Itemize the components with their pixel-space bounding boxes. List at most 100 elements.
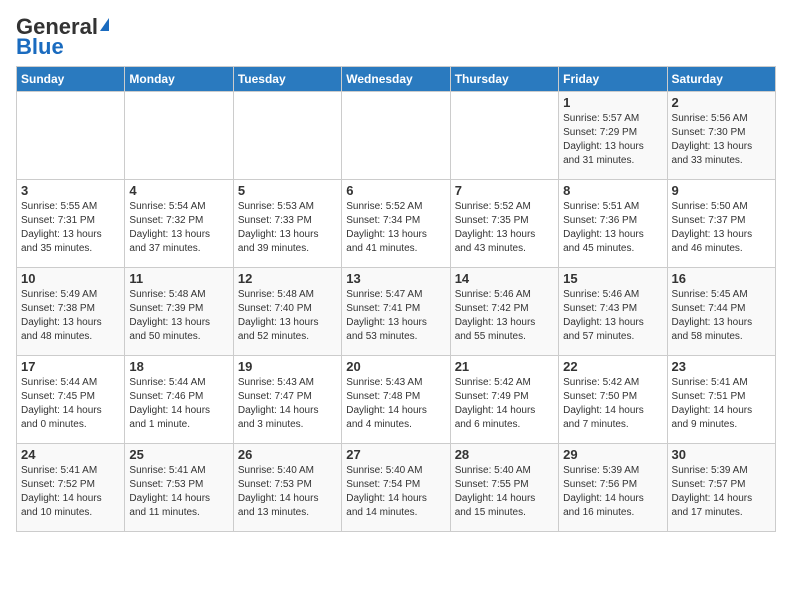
weekday-header: Saturday: [667, 67, 775, 92]
day-info: Sunrise: 5:45 AM Sunset: 7:44 PM Dayligh…: [672, 288, 771, 344]
calendar-cell: [342, 92, 450, 180]
calendar-cell: 6Sunrise: 5:52 AM Sunset: 7:34 PM Daylig…: [342, 180, 450, 268]
calendar-cell: 5 Sunrise: 5:53 AM Sunset: 7:33 PM Daylig…: [233, 180, 341, 268]
day-info: Sunrise: 5:53 AM Sunset: 7:33 PM Dayligh…: [238, 200, 337, 256]
calendar-cell: 14 Sunrise: 5:46 AM Sunset: 7:42 PM Dayli…: [450, 268, 558, 356]
calendar-cell: 27 Sunrise: 5:40 AM Sunset: 7:54 PM Dayli…: [342, 444, 450, 532]
day-number: 4: [129, 183, 228, 198]
weekday-header: Thursday: [450, 67, 558, 92]
day-number: 5: [238, 183, 337, 198]
day-info: Sunrise: 5:41 AM Sunset: 7:51 PM Dayligh…: [672, 376, 771, 432]
day-number: 3: [21, 183, 120, 198]
day-number: 16: [672, 271, 771, 286]
calendar-body: 1 Sunrise: 5:57 AM Sunset: 7:29 PM Daylig…: [17, 92, 776, 532]
calendar-cell: 4 Sunrise: 5:54 AM Sunset: 7:32 PM Daylig…: [125, 180, 233, 268]
day-number: 22: [563, 359, 662, 374]
header-row: SundayMondayTuesdayWednesdayThursdayFrid…: [17, 67, 776, 92]
day-info: Sunrise: 5:40 AM Sunset: 7:53 PM Dayligh…: [238, 464, 337, 520]
calendar-cell: 22 Sunrise: 5:42 AM Sunset: 7:50 PM Dayli…: [559, 356, 667, 444]
day-number: 15: [563, 271, 662, 286]
day-number: 12: [238, 271, 337, 286]
day-info: Sunrise: 5:39 AM Sunset: 7:57 PM Dayligh…: [672, 464, 771, 520]
day-number: 11: [129, 271, 228, 286]
weekday-header: Tuesday: [233, 67, 341, 92]
calendar-week-row: 17 Sunrise: 5:44 AM Sunset: 7:45 PM Dayli…: [17, 356, 776, 444]
day-number: 14: [455, 271, 554, 286]
calendar-cell: [233, 92, 341, 180]
calendar-cell: 10Sunrise: 5:49 AM Sunset: 7:38 PM Dayli…: [17, 268, 125, 356]
calendar-header: SundayMondayTuesdayWednesdayThursdayFrid…: [17, 67, 776, 92]
calendar-cell: [17, 92, 125, 180]
day-info: Sunrise: 5:39 AM Sunset: 7:56 PM Dayligh…: [563, 464, 662, 520]
day-number: 7: [455, 183, 554, 198]
calendar-cell: 9 Sunrise: 5:50 AM Sunset: 7:37 PM Daylig…: [667, 180, 775, 268]
day-number: 1: [563, 95, 662, 110]
calendar-cell: 21 Sunrise: 5:42 AM Sunset: 7:49 PM Dayli…: [450, 356, 558, 444]
calendar-cell: 19 Sunrise: 5:43 AM Sunset: 7:47 PM Dayli…: [233, 356, 341, 444]
day-number: 26: [238, 447, 337, 462]
day-info: Sunrise: 5:52 AM Sunset: 7:35 PM Dayligh…: [455, 200, 554, 256]
day-info: Sunrise: 5:48 AM Sunset: 7:40 PM Dayligh…: [238, 288, 337, 344]
calendar-cell: 28Sunrise: 5:40 AM Sunset: 7:55 PM Dayli…: [450, 444, 558, 532]
day-info: Sunrise: 5:44 AM Sunset: 7:46 PM Dayligh…: [129, 376, 228, 432]
day-info: Sunrise: 5:43 AM Sunset: 7:48 PM Dayligh…: [346, 376, 445, 432]
header: General Blue: [16, 16, 776, 58]
day-info: Sunrise: 5:51 AM Sunset: 7:36 PM Dayligh…: [563, 200, 662, 256]
calendar-cell: [125, 92, 233, 180]
day-number: 29: [563, 447, 662, 462]
day-info: Sunrise: 5:44 AM Sunset: 7:45 PM Dayligh…: [21, 376, 120, 432]
day-number: 28: [455, 447, 554, 462]
day-number: 30: [672, 447, 771, 462]
calendar-cell: [450, 92, 558, 180]
calendar-week-row: 1 Sunrise: 5:57 AM Sunset: 7:29 PM Daylig…: [17, 92, 776, 180]
calendar-table: SundayMondayTuesdayWednesdayThursdayFrid…: [16, 66, 776, 532]
calendar-cell: 16 Sunrise: 5:45 AM Sunset: 7:44 PM Dayli…: [667, 268, 775, 356]
calendar-week-row: 24Sunrise: 5:41 AM Sunset: 7:52 PM Dayli…: [17, 444, 776, 532]
day-number: 6: [346, 183, 445, 198]
day-info: Sunrise: 5:42 AM Sunset: 7:50 PM Dayligh…: [563, 376, 662, 432]
day-number: 18: [129, 359, 228, 374]
day-number: 21: [455, 359, 554, 374]
day-info: Sunrise: 5:40 AM Sunset: 7:54 PM Dayligh…: [346, 464, 445, 520]
calendar-cell: 2Sunrise: 5:56 AM Sunset: 7:30 PM Daylig…: [667, 92, 775, 180]
day-number: 27: [346, 447, 445, 462]
calendar-week-row: 3 Sunrise: 5:55 AM Sunset: 7:31 PM Daylig…: [17, 180, 776, 268]
calendar-cell: 17 Sunrise: 5:44 AM Sunset: 7:45 PM Dayli…: [17, 356, 125, 444]
calendar-cell: 20 Sunrise: 5:43 AM Sunset: 7:48 PM Dayli…: [342, 356, 450, 444]
weekday-header: Monday: [125, 67, 233, 92]
calendar-cell: 25 Sunrise: 5:41 AM Sunset: 7:53 PM Dayli…: [125, 444, 233, 532]
calendar-cell: 13Sunrise: 5:47 AM Sunset: 7:41 PM Dayli…: [342, 268, 450, 356]
calendar-cell: 11Sunrise: 5:48 AM Sunset: 7:39 PM Dayli…: [125, 268, 233, 356]
logo: General Blue: [16, 16, 109, 58]
calendar-cell: 3 Sunrise: 5:55 AM Sunset: 7:31 PM Daylig…: [17, 180, 125, 268]
calendar-week-row: 10Sunrise: 5:49 AM Sunset: 7:38 PM Dayli…: [17, 268, 776, 356]
day-info: Sunrise: 5:50 AM Sunset: 7:37 PM Dayligh…: [672, 200, 771, 256]
calendar-cell: 15Sunrise: 5:46 AM Sunset: 7:43 PM Dayli…: [559, 268, 667, 356]
logo-blue-label: Blue: [16, 36, 64, 58]
day-info: Sunrise: 5:46 AM Sunset: 7:42 PM Dayligh…: [455, 288, 554, 344]
day-number: 17: [21, 359, 120, 374]
day-info: Sunrise: 5:55 AM Sunset: 7:31 PM Dayligh…: [21, 200, 120, 256]
day-number: 20: [346, 359, 445, 374]
day-number: 9: [672, 183, 771, 198]
logo-triangle-icon: [100, 18, 109, 31]
weekday-header: Sunday: [17, 67, 125, 92]
calendar-cell: 12 Sunrise: 5:48 AM Sunset: 7:40 PM Dayli…: [233, 268, 341, 356]
day-info: Sunrise: 5:43 AM Sunset: 7:47 PM Dayligh…: [238, 376, 337, 432]
calendar-cell: 24Sunrise: 5:41 AM Sunset: 7:52 PM Dayli…: [17, 444, 125, 532]
day-number: 23: [672, 359, 771, 374]
weekday-header: Friday: [559, 67, 667, 92]
day-info: Sunrise: 5:42 AM Sunset: 7:49 PM Dayligh…: [455, 376, 554, 432]
day-info: Sunrise: 5:47 AM Sunset: 7:41 PM Dayligh…: [346, 288, 445, 344]
day-number: 25: [129, 447, 228, 462]
day-info: Sunrise: 5:54 AM Sunset: 7:32 PM Dayligh…: [129, 200, 228, 256]
calendar-cell: 26 Sunrise: 5:40 AM Sunset: 7:53 PM Dayli…: [233, 444, 341, 532]
calendar-cell: 7 Sunrise: 5:52 AM Sunset: 7:35 PM Daylig…: [450, 180, 558, 268]
weekday-header: Wednesday: [342, 67, 450, 92]
day-number: 2: [672, 95, 771, 110]
day-number: 19: [238, 359, 337, 374]
day-info: Sunrise: 5:49 AM Sunset: 7:38 PM Dayligh…: [21, 288, 120, 344]
day-number: 8: [563, 183, 662, 198]
day-info: Sunrise: 5:41 AM Sunset: 7:53 PM Dayligh…: [129, 464, 228, 520]
day-info: Sunrise: 5:57 AM Sunset: 7:29 PM Dayligh…: [563, 112, 662, 168]
